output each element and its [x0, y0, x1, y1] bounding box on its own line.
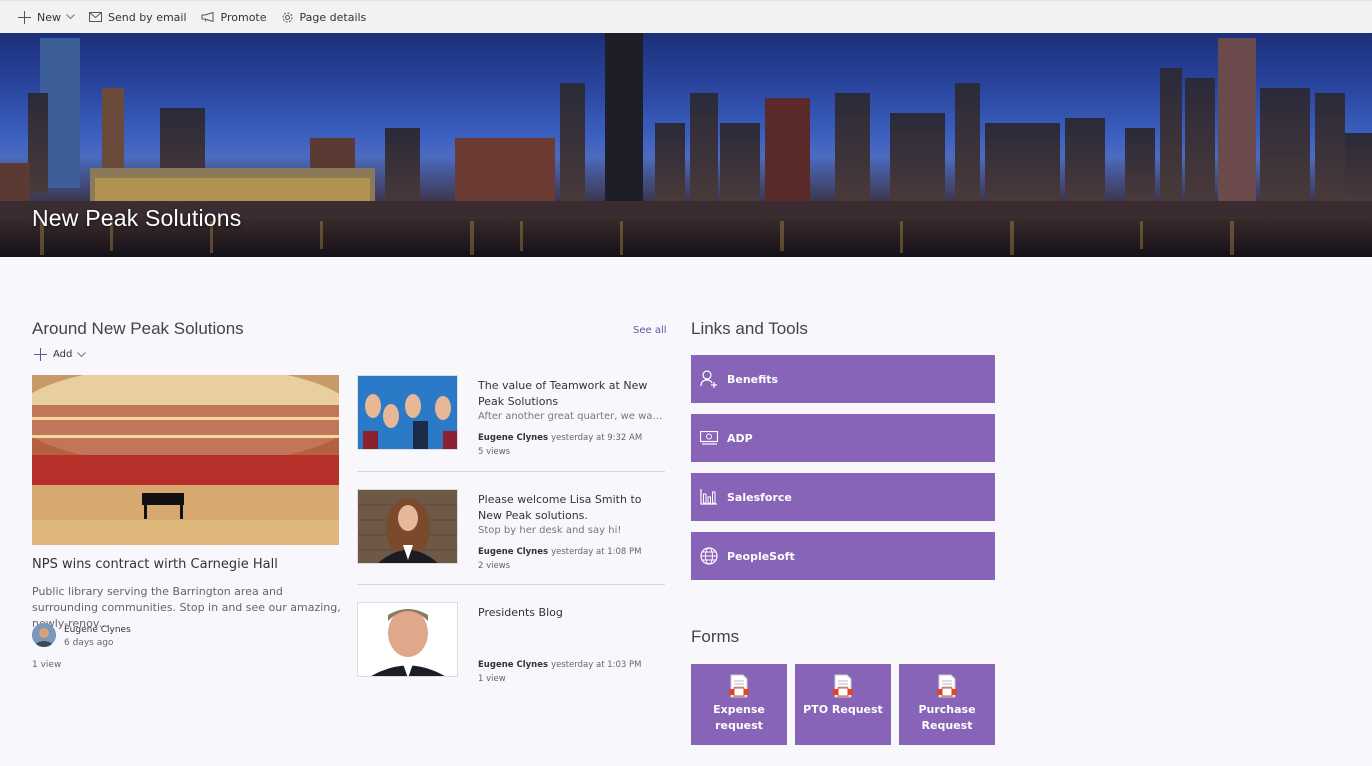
link-tile-label: Benefits [727, 372, 779, 386]
mail-icon [89, 12, 102, 22]
news-date: yesterday at 1:03 PM [551, 660, 642, 670]
news-date: yesterday at 9:32 AM [551, 433, 643, 443]
add-news-button[interactable]: Add [34, 348, 87, 361]
featured-news-title[interactable]: NPS wins contract wirth Carnegie Hall [32, 557, 278, 572]
news-views: 5 views [478, 447, 511, 457]
command-bar: New Send by email Promote Page details [0, 0, 1372, 33]
form-tile-expense-request[interactable]: Expense request [691, 664, 787, 745]
form-tile-label: PTO Request [803, 703, 883, 716]
money-icon [700, 431, 718, 445]
site-title: New Peak Solutions [32, 205, 242, 231]
divider [357, 584, 665, 585]
link-tile-label: Salesforce [727, 490, 792, 504]
page-details-label: Page details [299, 10, 367, 24]
form-tile-label: Expense request [713, 703, 765, 732]
news-description: Stop by her desk and say hi! [478, 525, 622, 536]
news-list-item[interactable]: Please welcome Lisa Smith to New Peak so… [357, 489, 665, 589]
news-title[interactable]: Please welcome Lisa Smith to New Peak so… [478, 492, 668, 524]
news-title[interactable]: The value of Teamwork at New Peak Soluti… [478, 378, 668, 410]
news-title[interactable]: Presidents Blog [478, 605, 668, 621]
chevron-down-icon [77, 351, 87, 357]
news-views: 2 views [478, 561, 511, 571]
featured-date: 6 days ago [64, 638, 114, 648]
featured-views: 1 view [32, 660, 62, 670]
megaphone-icon [201, 12, 214, 22]
plus-icon [18, 10, 31, 24]
bar-chart-icon [700, 489, 717, 505]
forms-section-title: Forms [691, 627, 740, 646]
link-tile-peoplesoft[interactable]: PeopleSoft [691, 532, 995, 580]
concert-hall-image [32, 375, 339, 545]
globe-icon [700, 547, 718, 565]
form-tile-purchase-request[interactable]: Purchase Request [899, 664, 995, 745]
divider [357, 471, 665, 472]
link-tile-label: ADP [727, 431, 753, 445]
news-thumbnail [357, 489, 458, 564]
link-tile-adp[interactable]: ADP [691, 414, 995, 462]
new-button[interactable]: New [18, 10, 75, 24]
form-document-icon [729, 674, 749, 698]
featured-author-name[interactable]: Eugene Clynes [64, 625, 131, 635]
author-avatar [32, 623, 56, 647]
gear-icon [282, 12, 293, 22]
page-details-button[interactable]: Page details [281, 10, 367, 24]
person-add-icon [700, 370, 717, 388]
add-label: Add [53, 349, 73, 360]
link-tile-benefits[interactable]: Benefits [691, 355, 995, 403]
form-document-icon [937, 674, 957, 698]
chevron-down-icon [66, 14, 75, 20]
news-description: After another great quarter, we wan... [478, 411, 668, 422]
form-tile-pto-request[interactable]: PTO Request [795, 664, 891, 745]
news-author[interactable]: Eugene Clynes [478, 660, 548, 670]
link-tile-label: PeopleSoft [727, 549, 795, 563]
see-all-link[interactable]: See all [633, 325, 667, 336]
news-thumbnail [357, 375, 458, 450]
plus-icon [34, 348, 47, 361]
news-thumbnail [357, 602, 458, 677]
news-section-title: Around New Peak Solutions [32, 319, 244, 338]
send-by-email-label: Send by email [108, 10, 187, 24]
send-by-email-button[interactable]: Send by email [89, 11, 187, 24]
news-meta: Eugene Clynes yesterday at 1:03 PM [478, 660, 642, 670]
news-list-item[interactable]: The value of Teamwork at New Peak Soluti… [357, 375, 668, 475]
form-document-icon [833, 674, 853, 698]
news-date: yesterday at 1:08 PM [551, 547, 642, 557]
promote-label: Promote [220, 10, 267, 24]
news-list-item[interactable]: Presidents Blog Eugene Clynes yesterday a… [357, 602, 665, 702]
promote-button[interactable]: Promote [201, 11, 267, 24]
form-tile-label: Purchase Request [918, 703, 976, 732]
news-views: 1 view [478, 674, 506, 684]
new-label: New [37, 10, 61, 24]
news-meta: Eugene Clynes yesterday at 9:32 AM [478, 433, 642, 443]
hero-banner: New Peak Solutions [0, 33, 1372, 257]
featured-news-image[interactable] [32, 375, 339, 545]
news-author[interactable]: Eugene Clynes [478, 547, 548, 557]
link-tile-salesforce[interactable]: Salesforce [691, 473, 995, 521]
news-author[interactable]: Eugene Clynes [478, 433, 548, 443]
news-meta: Eugene Clynes yesterday at 1:08 PM [478, 547, 642, 557]
links-section-title: Links and Tools [691, 319, 808, 338]
